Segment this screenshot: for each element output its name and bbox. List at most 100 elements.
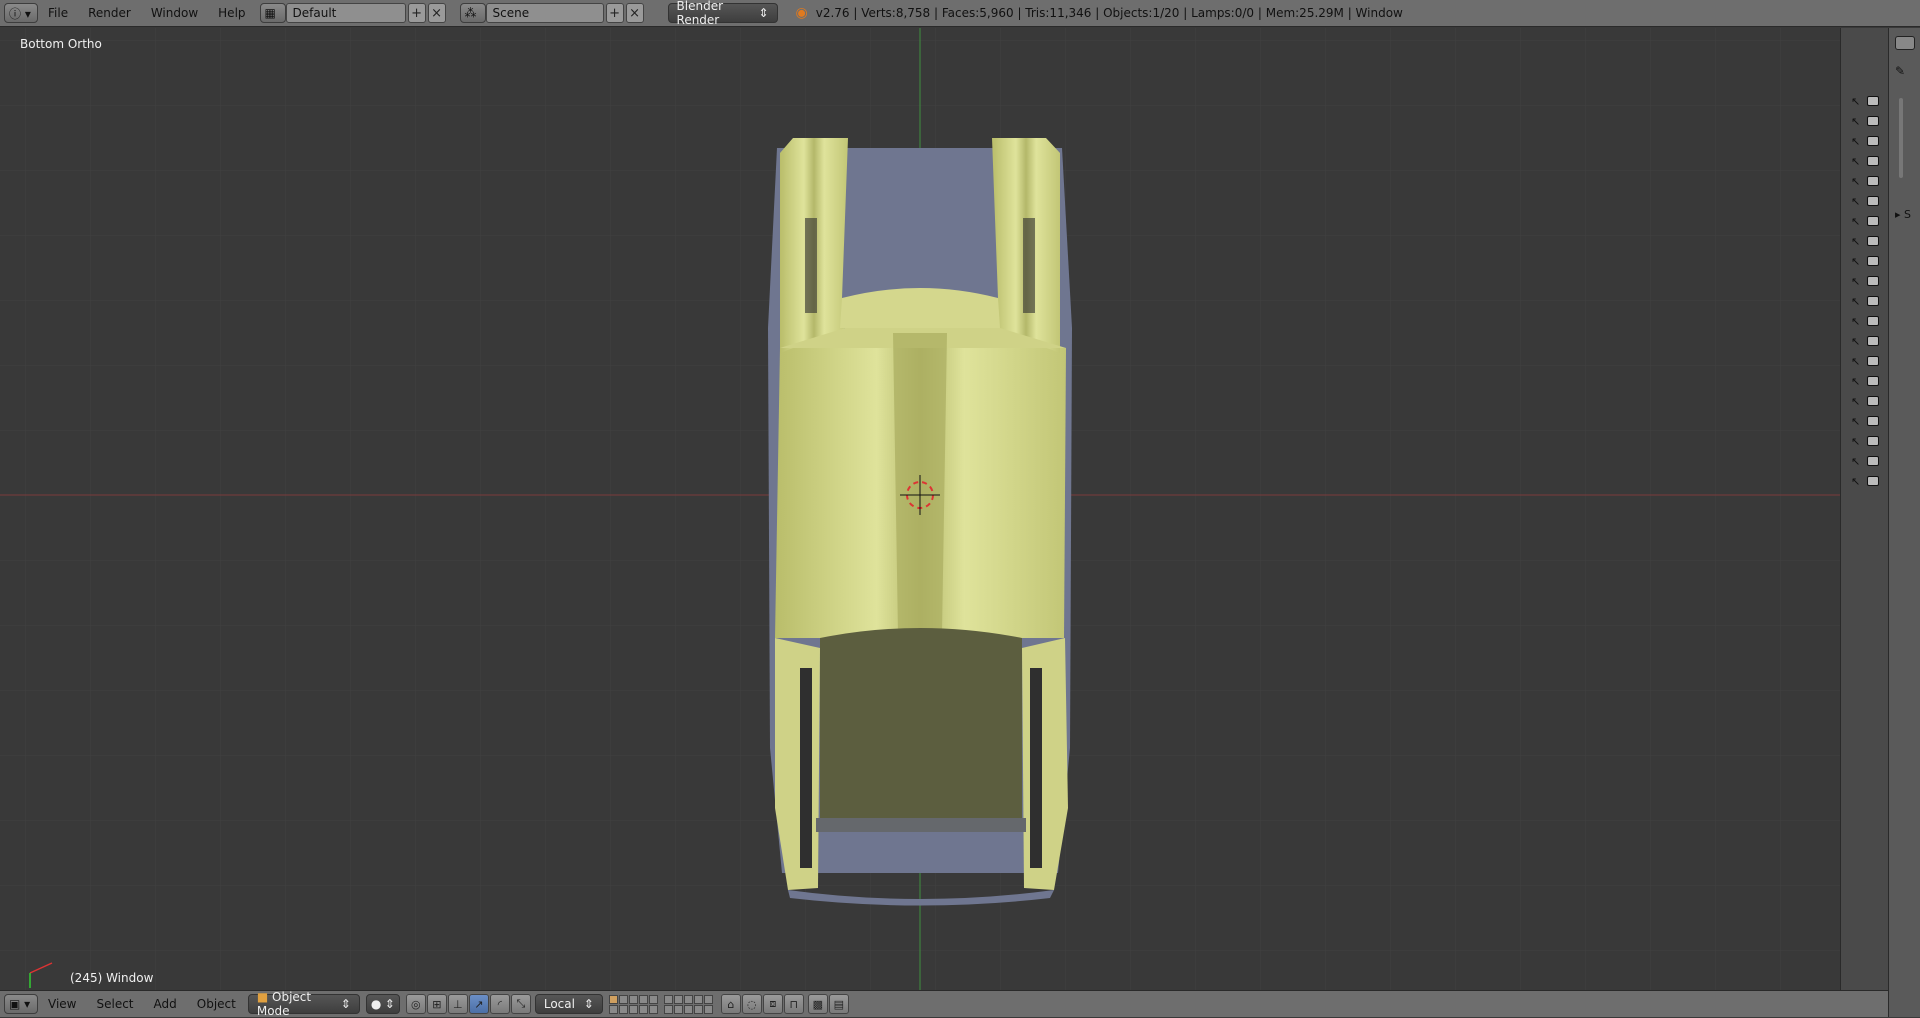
render-toggle-icon[interactable] xyxy=(1867,356,1879,366)
menu-render[interactable]: Render xyxy=(78,6,141,20)
render-toggle-icon[interactable] xyxy=(1867,196,1879,206)
selectable-icon[interactable]: ↖ xyxy=(1851,316,1861,328)
render-engine-dropdown[interactable]: Blender Render ⇕ xyxy=(667,0,778,27)
outliner-panel[interactable]: ↖ ↖ ↖ ↖ ↖ ↖ ↖ ↖ ↖ ↖ ↖ ↖ ↖ ↖ ↖ ↖ ↖ ↖ ↖ ↖ xyxy=(1840,28,1888,990)
render-toggle-icon[interactable] xyxy=(1867,96,1879,106)
menu-help[interactable]: Help xyxy=(208,6,255,20)
selectable-icon[interactable]: ↖ xyxy=(1851,136,1861,148)
selectable-icon[interactable]: ↖ xyxy=(1851,436,1861,448)
snap-target-button[interactable]: ⊓ xyxy=(783,994,804,1014)
menu-select[interactable]: Select xyxy=(86,997,143,1011)
properties-editor-icon[interactable] xyxy=(1895,36,1915,50)
layer-grid-b[interactable] xyxy=(663,994,713,1014)
scene-selector[interactable]: ⁂ xyxy=(459,3,486,23)
render-toggle-icon[interactable] xyxy=(1867,436,1879,446)
outliner-row[interactable]: ↖ xyxy=(1851,196,1879,208)
selectable-icon[interactable]: ↖ xyxy=(1851,216,1861,228)
menu-add[interactable]: Add xyxy=(144,997,187,1011)
add-layout-button[interactable]: + xyxy=(407,3,426,23)
outliner-row[interactable]: ↖ xyxy=(1851,436,1879,448)
manipulator-toggle[interactable]: ⊞ xyxy=(426,994,447,1014)
selectable-icon[interactable]: ↖ xyxy=(1851,116,1861,128)
transform-widget-toggle[interactable]: ⊥ xyxy=(447,994,468,1014)
properties-scrollbar[interactable] xyxy=(1899,98,1903,178)
car-body-mesh[interactable] xyxy=(768,138,1072,906)
editor-type-selector[interactable]: ⓘ ▾ xyxy=(4,3,38,23)
selectable-icon[interactable]: ↖ xyxy=(1851,396,1861,408)
render-toggle-icon[interactable] xyxy=(1867,296,1879,306)
outliner-row[interactable]: ↖ xyxy=(1851,216,1879,228)
lock-layers-button[interactable]: ⌂ xyxy=(720,994,741,1014)
selectable-icon[interactable]: ↖ xyxy=(1851,336,1861,348)
snap-element-dropdown[interactable]: ⧈ xyxy=(762,994,783,1014)
render-toggle-icon[interactable] xyxy=(1867,376,1879,386)
translate-manipulator-button[interactable]: ↗ xyxy=(468,994,489,1014)
selectable-icon[interactable]: ↖ xyxy=(1851,356,1861,368)
scale-manipulator-button[interactable]: ⤡ xyxy=(510,994,531,1014)
outliner-row[interactable]: ↖ xyxy=(1851,156,1879,168)
outliner-row[interactable]: ↖ xyxy=(1851,96,1879,108)
delete-layout-button[interactable]: × xyxy=(427,3,446,23)
selectable-icon[interactable]: ↖ xyxy=(1851,96,1861,108)
menu-object[interactable]: Object xyxy=(187,997,246,1011)
menu-window[interactable]: Window xyxy=(141,6,208,20)
outliner-row[interactable]: ↖ xyxy=(1851,276,1879,288)
editor-type-selector-3d[interactable]: ▣ ▾ xyxy=(4,994,38,1014)
outliner-row[interactable]: ↖ xyxy=(1851,296,1879,308)
selectable-icon[interactable]: ↖ xyxy=(1851,376,1861,388)
outliner-row[interactable]: ↖ xyxy=(1851,256,1879,268)
render-toggle-icon[interactable] xyxy=(1867,136,1879,146)
properties-panel[interactable]: ✎ ▸ S xyxy=(1888,28,1920,1017)
mode-dropdown[interactable]: ■ Object Mode ⇕ xyxy=(247,990,360,1018)
outliner-row[interactable]: ↖ xyxy=(1851,116,1879,128)
layer-grid-a[interactable] xyxy=(608,994,658,1014)
pivot-point-button[interactable]: ◎ xyxy=(405,994,426,1014)
outliner-row[interactable]: ↖ xyxy=(1851,396,1879,408)
selectable-icon[interactable]: ↖ xyxy=(1851,416,1861,428)
menu-file[interactable]: File xyxy=(38,6,78,20)
outliner-row[interactable]: ↖ xyxy=(1851,416,1879,428)
screen-layout-field[interactable]: Default xyxy=(285,3,406,23)
render-toggle-icon[interactable] xyxy=(1867,476,1879,486)
render-toggle-icon[interactable] xyxy=(1867,256,1879,266)
selectable-icon[interactable]: ↖ xyxy=(1851,156,1861,168)
selectable-icon[interactable]: ↖ xyxy=(1851,256,1861,268)
selectable-icon[interactable]: ↖ xyxy=(1851,476,1861,488)
outliner-row[interactable]: ↖ xyxy=(1851,136,1879,148)
render-toggle-icon[interactable] xyxy=(1867,236,1879,246)
render-toggle-icon[interactable] xyxy=(1867,276,1879,286)
pin-icon[interactable]: ✎ xyxy=(1895,64,1905,78)
transform-orientation-dropdown[interactable]: Local ⇕ xyxy=(534,994,603,1014)
render-toggle-icon[interactable] xyxy=(1867,456,1879,466)
shading-dropdown[interactable]: ● ⇕ xyxy=(365,994,400,1014)
outliner-row[interactable]: ↖ xyxy=(1851,456,1879,468)
render-toggle-icon[interactable] xyxy=(1867,176,1879,186)
outliner-row[interactable]: ↖ xyxy=(1851,476,1879,488)
screen-layout-selector[interactable]: ▦ xyxy=(259,3,286,23)
selectable-icon[interactable]: ↖ xyxy=(1851,176,1861,188)
delete-scene-button[interactable]: × xyxy=(625,3,644,23)
selectable-icon[interactable]: ↖ xyxy=(1851,276,1861,288)
selectable-icon[interactable]: ↖ xyxy=(1851,236,1861,248)
opengl-render-button[interactable]: ▩ xyxy=(807,994,828,1014)
outliner-row[interactable]: ↖ xyxy=(1851,356,1879,368)
outliner-row[interactable]: ↖ xyxy=(1851,316,1879,328)
outliner-row[interactable]: ↖ xyxy=(1851,336,1879,348)
scene-field[interactable]: Scene xyxy=(485,3,604,23)
outliner-row[interactable]: ↖ xyxy=(1851,376,1879,388)
selectable-icon[interactable]: ↖ xyxy=(1851,196,1861,208)
proportional-edit-button[interactable]: ◌ xyxy=(741,994,762,1014)
selectable-icon[interactable]: ↖ xyxy=(1851,296,1861,308)
add-scene-button[interactable]: + xyxy=(605,3,624,23)
3d-viewport[interactable]: Bottom Ortho (245) Window xyxy=(0,28,1840,990)
render-toggle-icon[interactable] xyxy=(1867,316,1879,326)
render-toggle-icon[interactable] xyxy=(1867,336,1879,346)
render-toggle-icon[interactable] xyxy=(1867,396,1879,406)
rotate-manipulator-button[interactable]: ◜ xyxy=(489,994,510,1014)
selectable-icon[interactable]: ↖ xyxy=(1851,456,1861,468)
render-toggle-icon[interactable] xyxy=(1867,216,1879,226)
render-toggle-icon[interactable] xyxy=(1867,416,1879,426)
render-toggle-icon[interactable] xyxy=(1867,116,1879,126)
panel-expander[interactable]: ▸ S xyxy=(1895,208,1911,221)
render-toggle-icon[interactable] xyxy=(1867,156,1879,166)
